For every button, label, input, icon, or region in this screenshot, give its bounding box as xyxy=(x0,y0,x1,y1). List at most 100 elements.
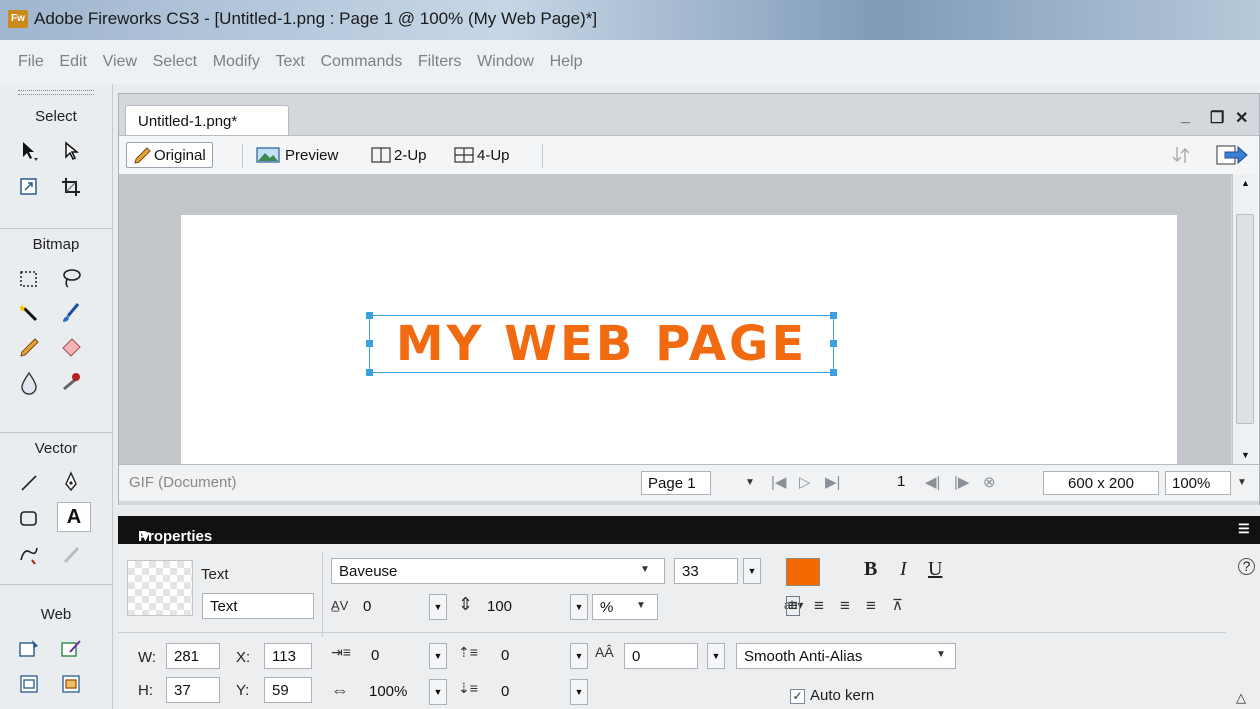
space-before-field[interactable]: 0 xyxy=(494,643,564,669)
scroll-up-icon[interactable]: ▲ xyxy=(1241,178,1250,188)
bold-button[interactable]: B xyxy=(864,558,877,581)
text-color-swatch[interactable] xyxy=(786,558,820,586)
page-select[interactable]: Page 1 xyxy=(641,471,711,495)
x-field[interactable]: 113 xyxy=(264,643,312,669)
canvas-heading-text[interactable]: MY WEB PAGE xyxy=(372,318,831,370)
original-view-button[interactable]: Original xyxy=(126,142,213,168)
menu-select[interactable]: Select xyxy=(153,53,197,71)
space-before-dropdown[interactable]: ▼ xyxy=(570,643,588,669)
export-arrow-icon[interactable] xyxy=(1216,142,1248,168)
canvas-page[interactable]: MY WEB PAGE xyxy=(181,215,1177,464)
justify-icon[interactable]: ≡ xyxy=(866,596,876,616)
document-tab[interactable]: Untitled-1.png* xyxy=(125,105,289,135)
menu-modify[interactable]: Modify xyxy=(213,53,260,71)
line-tool-icon[interactable] xyxy=(12,468,46,498)
play-icon[interactable]: ▷ xyxy=(799,473,811,491)
menu-commands[interactable]: Commands xyxy=(320,53,402,71)
pen-tool-icon[interactable] xyxy=(54,468,88,498)
align-right-icon[interactable]: ≡ xyxy=(840,596,850,616)
width-field[interactable]: 281 xyxy=(166,643,220,669)
anti-alias-dropdown-icon[interactable]: ▼ xyxy=(936,649,946,660)
selection-handle[interactable] xyxy=(366,369,373,376)
object-name-field[interactable]: Text xyxy=(202,593,314,619)
indent-dropdown[interactable]: ▼ xyxy=(429,643,447,669)
space-after-field[interactable]: 0 xyxy=(494,679,564,705)
eraser-tool-icon[interactable] xyxy=(54,332,88,362)
kerning-field[interactable]: 0 xyxy=(356,594,422,620)
leading-unit-select[interactable]: % xyxy=(592,594,658,620)
pointer-tool-icon[interactable] xyxy=(12,136,46,166)
scale-tool-icon[interactable] xyxy=(12,172,46,202)
help-icon[interactable]: ? xyxy=(1238,558,1255,575)
rubber-stamp-tool-icon[interactable] xyxy=(54,368,88,398)
next-frame-icon[interactable]: |▶ xyxy=(954,473,969,491)
selection-handle[interactable] xyxy=(830,369,837,376)
font-family-select[interactable]: Baveuse xyxy=(331,558,665,584)
horizontal-scale-field[interactable]: 100% xyxy=(362,679,426,705)
rectangle-tool-icon[interactable] xyxy=(12,504,46,534)
leading-dropdown[interactable]: ▼ xyxy=(570,594,588,620)
menu-file[interactable]: File xyxy=(18,53,44,71)
space-after-dropdown[interactable]: ▼ xyxy=(570,679,588,705)
baseline-shift-dropdown[interactable]: ▼ xyxy=(707,643,725,669)
anti-alias-select[interactable]: Smooth Anti-Alias xyxy=(736,643,956,669)
text-tool-icon[interactable]: A xyxy=(57,502,91,532)
kerning-dropdown[interactable]: ▼ xyxy=(429,594,447,620)
subselection-tool-icon[interactable] xyxy=(54,136,88,166)
marquee-tool-icon[interactable] xyxy=(12,264,46,294)
menu-edit[interactable]: Edit xyxy=(59,53,87,71)
menu-view[interactable]: View xyxy=(103,53,137,71)
underline-button[interactable]: U xyxy=(928,558,942,581)
leading-field[interactable]: 100 xyxy=(480,594,566,620)
baseline-shift-field[interactable]: 0 xyxy=(624,643,698,669)
font-size-dropdown[interactable]: ▼ xyxy=(743,558,761,584)
align-left-icon[interactable]: ≡ xyxy=(786,596,800,616)
expand-panel-icon[interactable]: △ xyxy=(1236,690,1246,706)
page-dropdown-icon[interactable]: ▼ xyxy=(745,477,755,488)
hotspot-tool-icon[interactable] xyxy=(12,634,46,664)
scroll-down-icon[interactable]: ▼ xyxy=(1241,450,1250,460)
zoom-select[interactable]: 100% xyxy=(1165,471,1231,495)
four-up-view-button[interactable]: 4-Up xyxy=(448,142,516,168)
restore-button[interactable]: ❐ xyxy=(1210,108,1224,128)
italic-button[interactable]: I xyxy=(900,558,907,581)
stretch-alignment-icon[interactable]: ⊼ xyxy=(892,596,903,614)
blur-tool-icon[interactable] xyxy=(12,368,46,398)
height-field[interactable]: 37 xyxy=(166,677,220,703)
selection-handle[interactable] xyxy=(830,340,837,347)
hide-slices-icon[interactable] xyxy=(12,669,46,699)
menu-filters[interactable]: Filters xyxy=(418,53,462,71)
previous-frame-icon[interactable]: ◀| xyxy=(925,473,940,491)
close-button[interactable]: ✕ xyxy=(1235,108,1248,128)
first-frame-icon[interactable]: |◀ xyxy=(771,473,786,491)
leading-unit-dropdown-icon[interactable]: ▼ xyxy=(636,600,646,611)
vertical-scrollbar[interactable]: ▲ ▼ xyxy=(1232,174,1259,464)
lasso-tool-icon[interactable] xyxy=(54,264,88,294)
menu-text[interactable]: Text xyxy=(275,53,304,71)
panel-grip[interactable] xyxy=(18,90,94,95)
menu-help[interactable]: Help xyxy=(550,53,583,71)
text-selection-bounds[interactable]: MY WEB PAGE xyxy=(366,312,837,376)
panel-options-icon[interactable]: ☰ xyxy=(1238,521,1250,537)
knife-tool-icon[interactable] xyxy=(54,540,88,570)
brush-tool-icon[interactable] xyxy=(54,298,88,328)
minimize-button[interactable]: _ xyxy=(1181,108,1190,126)
pencil-tool-icon[interactable] xyxy=(12,332,46,362)
freeform-tool-icon[interactable] xyxy=(12,540,46,570)
font-size-field[interactable]: 33 xyxy=(674,558,738,584)
auto-kern-checkbox[interactable]: ✓ xyxy=(790,689,805,704)
preview-view-button[interactable]: Preview xyxy=(250,142,344,168)
crop-tool-icon[interactable] xyxy=(54,172,88,202)
indent-field[interactable]: 0 xyxy=(364,643,426,669)
scrollbar-thumb[interactable] xyxy=(1236,214,1254,424)
font-dropdown-icon[interactable]: ▼ xyxy=(640,564,650,575)
selection-handle[interactable] xyxy=(830,312,837,319)
y-field[interactable]: 59 xyxy=(264,677,312,703)
horizontal-scale-dropdown[interactable]: ▼ xyxy=(429,679,447,705)
align-center-icon[interactable]: ≡ xyxy=(814,596,824,616)
slice-tool-icon[interactable] xyxy=(54,634,88,664)
stop-icon[interactable]: ⊗ xyxy=(983,473,996,491)
magic-wand-tool-icon[interactable] xyxy=(12,298,46,328)
last-frame-icon[interactable]: ▶| xyxy=(825,473,840,491)
canvas-area[interactable]: MY WEB PAGE xyxy=(119,174,1231,464)
